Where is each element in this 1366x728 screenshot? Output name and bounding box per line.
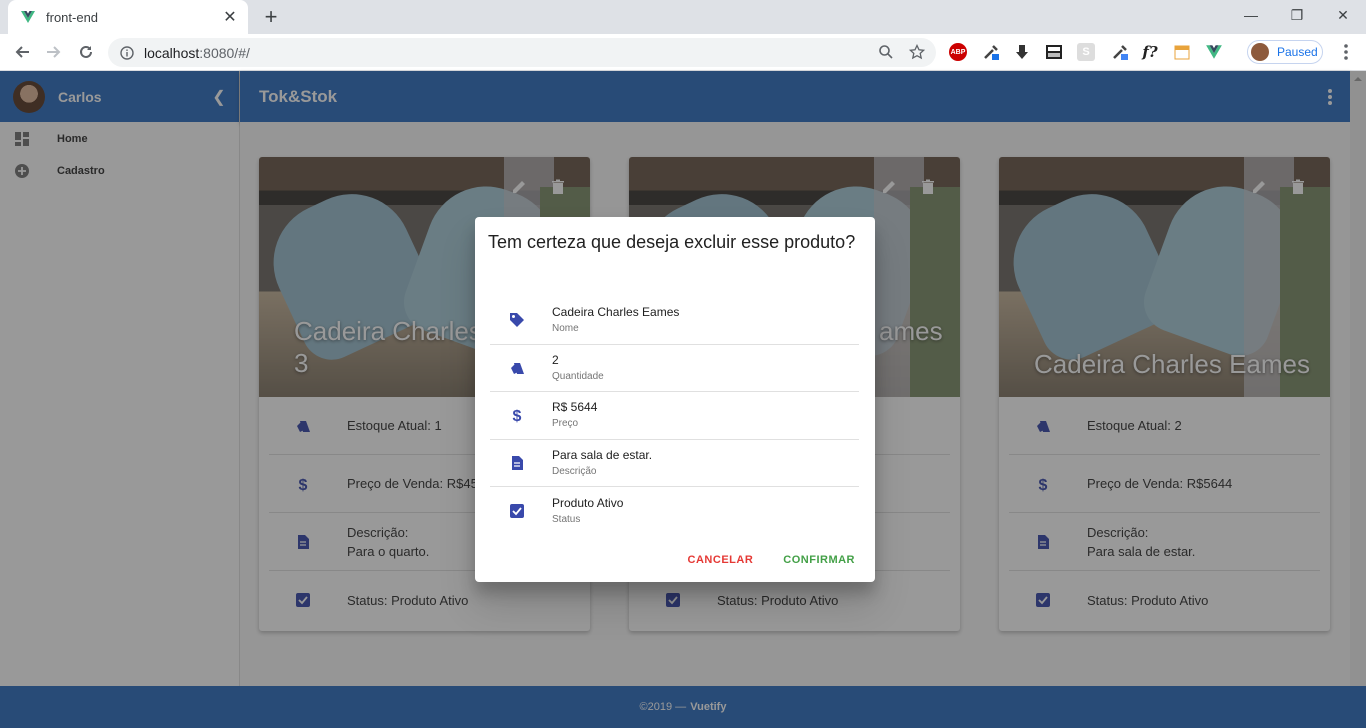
colorpicker-ext-icon[interactable] xyxy=(1111,43,1129,61)
window-close-icon[interactable]: ✕ xyxy=(1320,0,1366,30)
profile-button[interactable]: Paused xyxy=(1247,40,1323,64)
list-item: Produto Ativo Status xyxy=(490,487,859,535)
confirm-button[interactable]: CONFIRMAR xyxy=(775,546,863,574)
s-ext-icon[interactable]: S xyxy=(1077,43,1095,61)
browser-tab[interactable]: front-end ✕ xyxy=(8,0,248,34)
list-item: Para sala de estar. Descrição xyxy=(490,440,859,487)
status-label: Status xyxy=(552,513,581,525)
svg-text:$: $ xyxy=(513,408,522,423)
price-value: R$ 5644 xyxy=(552,400,598,415)
checkbox-icon xyxy=(510,503,524,518)
adblock-icon[interactable]: ABP xyxy=(949,43,967,61)
restore-icon[interactable]: ❐ xyxy=(1274,0,1320,30)
list-item: $ R$ 5644 Preço xyxy=(490,392,859,440)
product-name-value: Cadeira Charles Eames xyxy=(552,305,680,320)
url-text: localhost:8080/#/ xyxy=(144,44,250,61)
dialog-actions: CANCELAR CONFIRMAR xyxy=(666,546,863,574)
profile-avatar xyxy=(1251,43,1269,61)
cancel-button[interactable]: CANCELAR xyxy=(680,546,762,574)
delete-confirm-dialog: Tem certeza que deseja excluir esse prod… xyxy=(475,217,875,582)
reload-icon[interactable] xyxy=(75,41,97,63)
vue-devtools-icon[interactable] xyxy=(1205,43,1223,61)
quantity-label: Quantidade xyxy=(552,370,604,382)
forward-icon[interactable] xyxy=(43,41,65,63)
description-icon xyxy=(512,455,523,470)
info-icon[interactable] xyxy=(120,45,134,60)
profile-status: Paused xyxy=(1277,45,1318,59)
tag-icon xyxy=(510,313,524,328)
download-ext-icon[interactable] xyxy=(1013,43,1031,61)
tab-title: front-end xyxy=(46,9,99,25)
close-tab-icon[interactable]: ✕ xyxy=(222,7,238,27)
eyedropper-ext-icon[interactable] xyxy=(982,43,1000,61)
minimize-icon[interactable]: — xyxy=(1228,0,1274,30)
status-value: Produto Ativo xyxy=(552,495,624,510)
address-bar[interactable]: localhost:8080/#/ xyxy=(108,38,936,67)
new-tab-icon[interactable]: + xyxy=(260,6,282,28)
zoom-icon[interactable] xyxy=(878,44,894,60)
news-ext-icon[interactable] xyxy=(1045,43,1063,61)
calendar-ext-icon[interactable] xyxy=(1173,43,1191,61)
browser-menu-icon[interactable] xyxy=(1338,42,1354,62)
formula-ext-icon[interactable]: f? xyxy=(1141,43,1159,61)
list-item: Cadeira Charles Eames Nome xyxy=(490,297,859,345)
description-label: Descrição xyxy=(552,465,597,477)
vue-logo-icon xyxy=(21,11,35,23)
quantity-value: 2 xyxy=(552,352,559,367)
list-item: 2 Quantidade xyxy=(490,345,859,392)
price-label: Preço xyxy=(552,418,579,430)
dialog-title: Tem certeza que deseja excluir esse prod… xyxy=(488,232,856,252)
back-icon[interactable] xyxy=(11,41,33,63)
browser-toolbar: localhost:8080/#/ ABP S f? Paused xyxy=(0,34,1366,71)
description-value: Para sala de estar. xyxy=(552,447,653,462)
browser-tabstrip: front-end ✕ + — ❐ ✕ xyxy=(0,0,1366,34)
tags-icon xyxy=(511,362,524,374)
dollar-icon: $ xyxy=(513,408,522,423)
bookmark-star-icon[interactable] xyxy=(909,44,925,60)
product-name-label: Nome xyxy=(552,323,579,335)
dialog-details-list: Cadeira Charles Eames Nome 2 Quantidade $ … xyxy=(490,297,859,535)
